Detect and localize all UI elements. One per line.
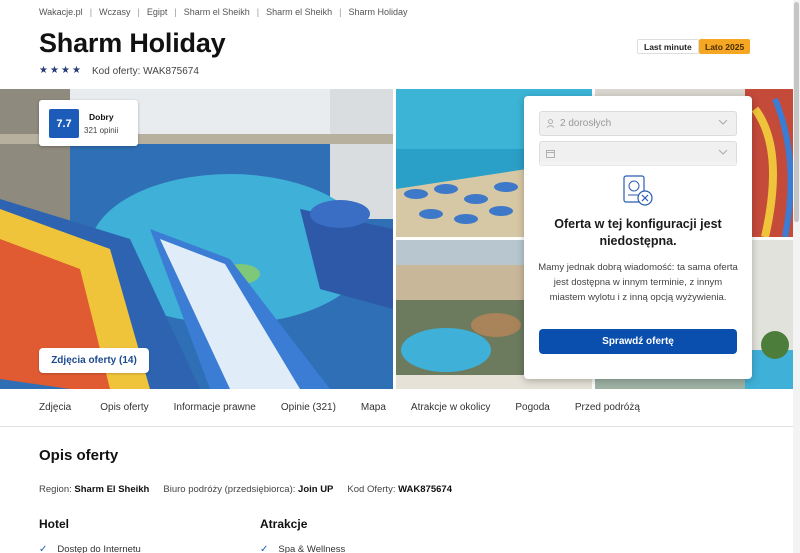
code-value: WAK875674: [398, 484, 452, 495]
breadcrumb-current: Sharm Holiday: [348, 7, 408, 17]
attractions-section-title: Atrakcje: [260, 517, 308, 531]
breadcrumb-separator: |: [256, 7, 260, 17]
scrollbar-thumb[interactable]: [794, 2, 799, 222]
season-badge: Lato 2025: [699, 39, 751, 54]
region-value: Sharm El Sheikh: [74, 484, 150, 495]
rating-card[interactable]: 7.7 Dobry 321 opinii: [39, 100, 138, 146]
breadcrumb-separator: |: [339, 7, 342, 17]
tab-photos[interactable]: Zdjęcia: [39, 402, 71, 413]
breadcrumb: Wakacje.pl | Wczasy | Egipt | Sharm el S…: [39, 6, 408, 18]
agency-value: Join UP: [298, 484, 334, 495]
hotel-feature-item: ✓ Dostęp do Internetu: [39, 544, 141, 553]
breadcrumb-separator: |: [89, 7, 93, 17]
star-icon: ★: [39, 65, 48, 76]
breadcrumb-home[interactable]: Wakacje.pl: [39, 7, 83, 17]
tab-before-trip[interactable]: Przed podróżą: [575, 402, 640, 413]
tab-attractions[interactable]: Atrakcje w okolicy: [411, 402, 490, 413]
passport-unavailable-icon: [621, 174, 655, 208]
hotel-title: Sharm Holiday: [39, 28, 226, 58]
code-label: Kod Oferty:: [347, 484, 396, 495]
person-icon: [546, 119, 555, 128]
hotel-section-title: Hotel: [39, 517, 69, 531]
tab-description[interactable]: Opis oferty: [100, 402, 148, 413]
rating-word: Dobry: [89, 112, 114, 122]
hotel-stars: ★ ★ ★ ★: [39, 65, 81, 76]
attraction-feature-label: Spa & Wellness: [278, 544, 346, 553]
star-icon: ★: [72, 65, 81, 76]
breadcrumb-separator: |: [137, 7, 140, 17]
section-title: Opis oferty: [39, 447, 119, 464]
last-minute-badge: Last minute: [637, 39, 699, 54]
chevron-down-icon: [718, 117, 728, 130]
offer-tabs: Zdjęcia Opis oferty Informacje prawne Op…: [0, 389, 800, 427]
booking-panel: 2 dorosłych Oferta w tej konfiguracji je…: [524, 96, 752, 379]
unavailable-title: Oferta w tej konfiguracji jest niedostęp…: [554, 217, 722, 248]
guests-value: 2 dorosłych: [560, 118, 612, 129]
rating-score: 7.7: [49, 109, 79, 138]
calendar-icon: [546, 149, 555, 158]
breadcrumb-region[interactable]: Sharm el Sheikh: [184, 7, 250, 17]
chevron-down-icon: [718, 147, 728, 160]
region-meta: Region: Sharm El Sheikh: [39, 484, 149, 495]
breadcrumb-wczasy[interactable]: Wczasy: [99, 7, 131, 17]
code-meta: Kod Oferty: WAK875674: [347, 484, 452, 495]
tab-legal-info[interactable]: Informacje prawne: [174, 402, 256, 413]
check-icon: ✓: [260, 544, 269, 553]
photos-button[interactable]: Zdjęcia oferty (14): [39, 348, 149, 373]
offer-code: Kod oferty: WAK875674: [92, 66, 199, 77]
attraction-feature-item: ✓ Spa & Wellness: [260, 544, 345, 553]
check-icon: ✓: [39, 544, 48, 553]
breadcrumb-city[interactable]: Sharm el Sheikh: [266, 7, 332, 17]
agency-meta: Biuro podróży (przedsiębiorca): Join UP: [163, 484, 333, 495]
rating-count: 321 opinii: [84, 126, 119, 135]
page-scrollbar[interactable]: [793, 0, 800, 553]
star-icon: ★: [61, 65, 70, 76]
tab-map[interactable]: Mapa: [361, 402, 386, 413]
tab-reviews[interactable]: Opinie (321): [281, 402, 336, 413]
breadcrumb-egipt[interactable]: Egipt: [147, 7, 168, 17]
tab-weather[interactable]: Pogoda: [515, 402, 549, 413]
check-offer-button[interactable]: Sprawdź ofertę: [539, 329, 737, 354]
hotel-feature-label: Dostęp do Internetu: [57, 544, 141, 553]
agency-label: Biuro podróży (przedsiębiorca):: [163, 484, 296, 495]
guests-select[interactable]: 2 dorosłych: [539, 111, 737, 136]
region-label: Region:: [39, 484, 72, 495]
unavailable-text: Mamy jednak dobrą wiadomość: ta sama ofe…: [538, 262, 738, 303]
star-icon: ★: [50, 65, 59, 76]
breadcrumb-separator: |: [174, 7, 177, 17]
offer-meta: Region: Sharm El Sheikh Biuro podróży (p…: [39, 484, 466, 495]
